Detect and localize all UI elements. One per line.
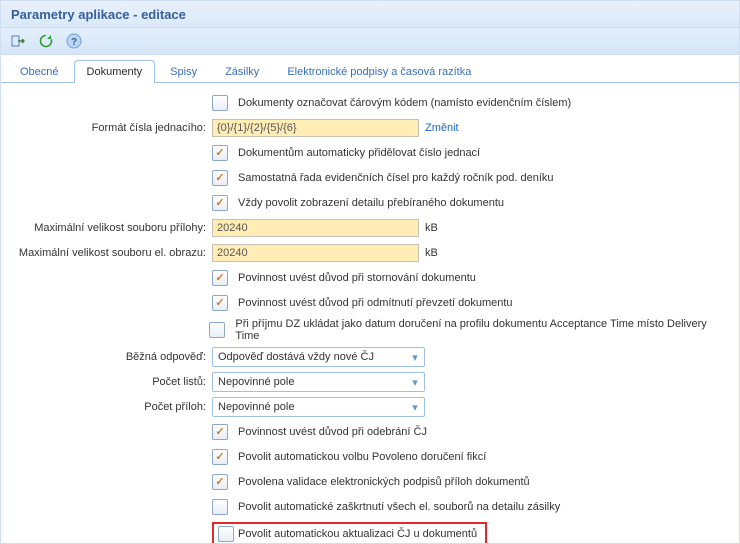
separate-series-label: Samostatná řada evidenčních čísel pro ka… (238, 172, 554, 184)
storno-reason-label: Povinnost uvést důvod při stornování dok… (238, 272, 476, 284)
number-format-change-link[interactable]: Změnit (425, 122, 459, 134)
refuse-reason-label: Povinnost uvést důvod při odmítnutí přev… (238, 297, 513, 309)
common-reply-value: Odpověď dostává vždy nové ČJ (218, 351, 374, 363)
max-image-input[interactable] (212, 244, 419, 262)
chevron-down-icon: ▾ (408, 375, 422, 389)
toolbar-exit-button[interactable] (7, 30, 29, 52)
chevron-down-icon: ▾ (408, 400, 422, 414)
autoassign-checkbox[interactable] (212, 145, 228, 161)
chevron-down-icon: ▾ (408, 350, 422, 364)
auto-fiction-checkbox[interactable] (212, 449, 228, 465)
tab-obecne[interactable]: Obecné (7, 60, 72, 83)
attachment-count-value: Nepovinné pole (218, 401, 294, 413)
tab-dokumenty[interactable]: Dokumenty (74, 60, 156, 83)
tab-bar: Obecné Dokumenty Spisy Zásilky Elektroni… (1, 55, 739, 83)
number-format-label: Formát čísla jednacího: (1, 122, 212, 134)
signature-validation-label: Povolena validace elektronických podpisů… (238, 476, 530, 488)
auto-update-cj-checkbox[interactable] (218, 526, 234, 542)
max-attachment-unit: kB (425, 222, 438, 234)
separate-series-checkbox[interactable] (212, 170, 228, 186)
acceptance-time-checkbox[interactable] (209, 322, 225, 338)
max-image-label: Maximální velikost souboru el. obrazu: (1, 247, 212, 259)
storno-reason-checkbox[interactable] (212, 270, 228, 286)
toolbar-refresh-button[interactable] (35, 30, 57, 52)
tab-spisy[interactable]: Spisy (157, 60, 210, 83)
number-format-input[interactable] (212, 119, 419, 137)
page-title: Parametry aplikace - editace (1, 1, 739, 28)
auto-fiction-label: Povolit automatickou volbu Povoleno doru… (238, 451, 486, 463)
acceptance-time-label: Při příjmu DZ ukládat jako datum doručen… (235, 318, 727, 342)
always-show-detail-checkbox[interactable] (212, 195, 228, 211)
form-area: Dokumenty označovat čárovým kódem (namís… (1, 83, 739, 544)
always-show-detail-label: Vždy povolit zobrazení detailu přebírané… (238, 197, 504, 209)
common-reply-label: Běžná odpověď: (1, 351, 212, 363)
autoassign-label: Dokumentům automaticky přidělovat číslo … (238, 147, 480, 159)
tab-podpisy[interactable]: Elektronické podpisy a časová razítka (274, 60, 484, 83)
toolbar: ? (1, 28, 739, 55)
sheet-count-value: Nepovinné pole (218, 376, 294, 388)
autocheck-files-checkbox[interactable] (212, 499, 228, 515)
max-attachment-label: Maximální velikost souboru přílohy: (1, 222, 212, 234)
autocheck-files-label: Povolit automatické zaškrtnutí všech el.… (238, 501, 560, 513)
signature-validation-checkbox[interactable] (212, 474, 228, 490)
svg-text:?: ? (71, 37, 77, 48)
auto-update-cj-label: Povolit automatickou aktualizaci ČJ u do… (238, 528, 481, 540)
barcode-label: Dokumenty označovat čárovým kódem (namís… (238, 97, 571, 109)
remove-cj-reason-checkbox[interactable] (212, 424, 228, 440)
attachment-count-label: Počet příloh: (1, 401, 212, 413)
attachment-count-select[interactable]: Nepovinné pole ▾ (212, 397, 425, 417)
common-reply-select[interactable]: Odpověď dostává vždy nové ČJ ▾ (212, 347, 425, 367)
sheet-count-label: Počet listů: (1, 376, 212, 388)
max-attachment-input[interactable] (212, 219, 419, 237)
sheet-count-select[interactable]: Nepovinné pole ▾ (212, 372, 425, 392)
refuse-reason-checkbox[interactable] (212, 295, 228, 311)
tab-zasilky[interactable]: Zásilky (212, 60, 272, 83)
max-image-unit: kB (425, 247, 438, 259)
highlighted-option: Povolit automatickou aktualizaci ČJ u do… (212, 522, 487, 544)
remove-cj-reason-label: Povinnost uvést důvod při odebrání ČJ (238, 426, 427, 438)
toolbar-help-button[interactable]: ? (63, 30, 85, 52)
barcode-checkbox[interactable] (212, 95, 228, 111)
